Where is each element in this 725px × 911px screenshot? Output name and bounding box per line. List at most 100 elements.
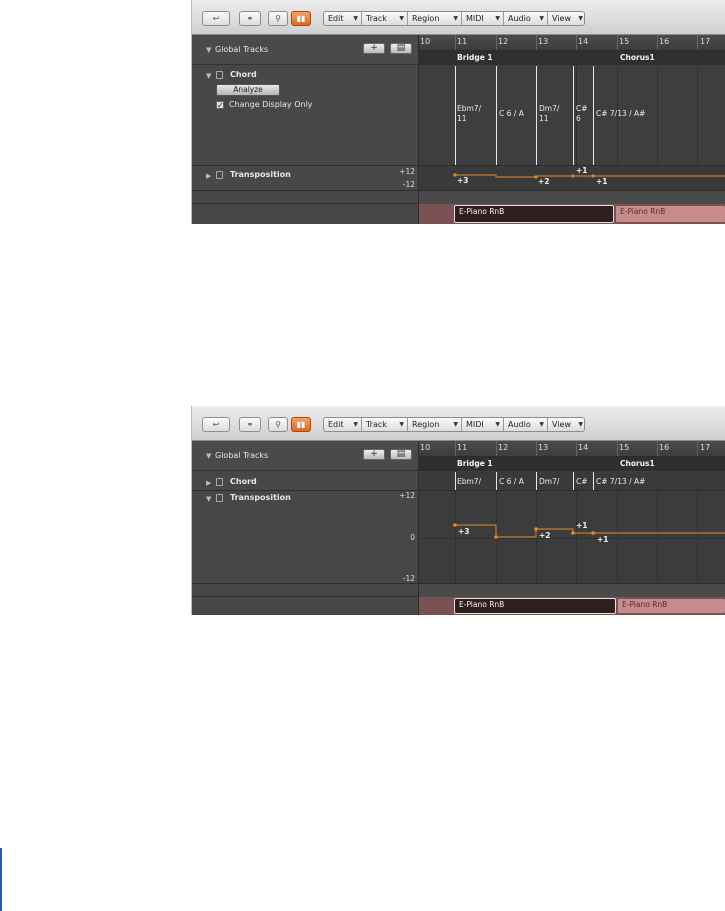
menu-track[interactable]: Track ▼ bbox=[362, 12, 408, 25]
lock-icon[interactable] bbox=[216, 71, 223, 79]
disclosure-triangle-right-icon[interactable]: ▶ bbox=[206, 479, 211, 487]
region[interactable]: E-Piano RnB bbox=[617, 598, 725, 614]
marker-chorus[interactable]: Chorus1 bbox=[620, 459, 655, 468]
chevron-down-icon: ▼ bbox=[495, 15, 500, 22]
analyze-button[interactable]: Analyze bbox=[216, 84, 280, 96]
region-selected[interactable]: E-Piano RnB bbox=[454, 205, 614, 223]
divider bbox=[192, 583, 418, 584]
menu-view[interactable]: View ▼ bbox=[548, 418, 586, 431]
transposition-value: +3 bbox=[457, 176, 469, 185]
menu-audio[interactable]: Audio ▼ bbox=[504, 12, 548, 25]
marker-bridge[interactable]: Bridge 1 bbox=[457, 459, 493, 468]
toggle-icon: ▮▮ bbox=[296, 420, 306, 429]
chord-name[interactable]: C 6 / A bbox=[499, 477, 524, 487]
menu-region[interactable]: Region ▼ bbox=[408, 12, 462, 25]
disclosure-triangle-down-icon[interactable]: ▼ bbox=[206, 495, 211, 503]
chord-name[interactable]: C# bbox=[576, 477, 588, 487]
divider bbox=[192, 596, 418, 597]
view-toggle-button[interactable]: ▮▮ bbox=[291, 11, 311, 26]
menu-midi[interactable]: MIDI ▼ bbox=[462, 12, 504, 25]
gridline bbox=[657, 66, 658, 165]
back-arrow-icon: ↩ bbox=[212, 14, 220, 23]
lock-icon[interactable] bbox=[216, 171, 223, 179]
catch-button[interactable]: ⚲ bbox=[268, 11, 288, 26]
empty-lane bbox=[419, 583, 725, 598]
chord-boundary[interactable] bbox=[455, 66, 456, 165]
transposition-value: +3 bbox=[458, 527, 470, 536]
ruler-tick bbox=[536, 441, 537, 456]
add-folder-button[interactable]: ▤ bbox=[390, 449, 412, 460]
chord-boundary[interactable] bbox=[573, 66, 574, 165]
chord-name[interactable]: Ebm7/ 11 bbox=[457, 104, 481, 124]
lock-icon[interactable] bbox=[216, 478, 223, 486]
add-folder-button[interactable]: ▤ bbox=[390, 43, 412, 54]
arrange-area: 10 11 12 13 14 15 16 17 Bridge 1 Chorus1… bbox=[419, 441, 725, 615]
region[interactable]: E-Piano RnB bbox=[615, 205, 725, 223]
menu-label: Region bbox=[412, 420, 440, 429]
disclosure-triangle-down-icon[interactable]: ▼ bbox=[206, 72, 211, 80]
lock-icon[interactable] bbox=[216, 494, 223, 502]
chord-name[interactable]: C# 7/13 / A# bbox=[596, 109, 645, 119]
chord-name[interactable]: Ebm7/ bbox=[457, 477, 481, 487]
scale-top: +12 bbox=[399, 167, 415, 176]
chevron-down-icon: ▼ bbox=[578, 15, 583, 22]
chord-boundary[interactable] bbox=[496, 472, 497, 490]
menu-audio[interactable]: Audio ▼ bbox=[504, 418, 548, 431]
menu-track[interactable]: Track ▼ bbox=[362, 418, 408, 431]
chord-name[interactable]: Dm7/ bbox=[539, 477, 559, 487]
change-display-only-checkbox[interactable]: ✓ bbox=[216, 101, 224, 110]
menu-midi[interactable]: MIDI ▼ bbox=[462, 418, 504, 431]
chord-boundary[interactable] bbox=[536, 472, 537, 490]
menu-edit[interactable]: Edit ▼ bbox=[324, 12, 362, 25]
local-menu-bar: Edit ▼ Track ▼ Region ▼ MIDI ▼ Audio ▼ View ▼ bbox=[323, 11, 585, 26]
toggle-icon: ▮▮ bbox=[296, 14, 306, 23]
disclosure-triangle-right-icon[interactable]: ▶ bbox=[206, 172, 211, 180]
add-track-button[interactable]: + bbox=[363, 43, 385, 54]
chord-name[interactable]: Dm7/ 11 bbox=[539, 104, 559, 124]
back-arrow-button[interactable]: ↩ bbox=[202, 11, 230, 26]
catch-button[interactable]: ⚲ bbox=[268, 417, 288, 432]
ruler-tick bbox=[536, 35, 537, 50]
chevron-down-icon: ▼ bbox=[578, 421, 583, 428]
chord-name[interactable]: C 6 / A bbox=[499, 109, 524, 119]
bar-number: 17 bbox=[700, 443, 711, 452]
bar-number: 14 bbox=[578, 37, 589, 46]
menu-label: Region bbox=[412, 14, 440, 23]
chord-boundary[interactable] bbox=[593, 472, 594, 490]
view-toggle-button[interactable]: ▮▮ bbox=[291, 417, 311, 432]
ruler-tick bbox=[496, 35, 497, 50]
arrange-area: 10 11 12 13 14 15 16 17 Bridge 1 Chorus1 bbox=[419, 35, 725, 224]
chord-boundary[interactable] bbox=[593, 66, 594, 165]
link-icon: ⚭ bbox=[246, 14, 254, 23]
transposition-value: +2 bbox=[539, 531, 551, 540]
transposition-curve[interactable] bbox=[419, 491, 725, 583]
bar-ruler[interactable]: 10 11 12 13 14 15 16 17 bbox=[419, 441, 725, 457]
back-arrow-button[interactable]: ↩ bbox=[202, 417, 230, 432]
chord-boundary[interactable] bbox=[536, 66, 537, 165]
marker-bridge[interactable]: Bridge 1 bbox=[457, 53, 493, 62]
disclosure-triangle-down-icon[interactable]: ▼ bbox=[206, 452, 211, 460]
menu-label: MIDI bbox=[466, 14, 484, 23]
ruler-tick bbox=[576, 441, 577, 456]
chord-boundary[interactable] bbox=[455, 472, 456, 490]
chord-name[interactable]: C# 6 bbox=[576, 104, 588, 124]
link-button[interactable]: ⚭ bbox=[239, 11, 261, 26]
link-button[interactable]: ⚭ bbox=[239, 417, 261, 432]
chord-boundary[interactable] bbox=[573, 472, 574, 490]
plus-icon: + bbox=[370, 449, 378, 459]
region-name: E-Piano RnB bbox=[459, 207, 505, 216]
region-selected[interactable]: E-Piano RnB bbox=[454, 598, 616, 614]
chord-track-label: Chord bbox=[230, 70, 257, 79]
track-header-panel: ▼ Global Tracks + ▤ ▼ Chord Analyze ✓ Ch… bbox=[192, 35, 419, 224]
disclosure-triangle-down-icon[interactable]: ▼ bbox=[206, 46, 211, 54]
chord-boundary[interactable] bbox=[496, 66, 497, 165]
marker-chorus[interactable]: Chorus1 bbox=[620, 53, 655, 62]
menu-view[interactable]: View ▼ bbox=[548, 12, 586, 25]
marker-lane: Bridge 1 Chorus1 bbox=[419, 457, 725, 471]
chord-name[interactable]: C# 7/13 / A# bbox=[596, 477, 645, 487]
menu-edit[interactable]: Edit ▼ bbox=[324, 418, 362, 431]
menu-label: Track bbox=[366, 14, 387, 23]
bar-ruler[interactable]: 10 11 12 13 14 15 16 17 bbox=[419, 35, 725, 51]
add-track-button[interactable]: + bbox=[363, 449, 385, 460]
menu-region[interactable]: Region ▼ bbox=[408, 418, 462, 431]
